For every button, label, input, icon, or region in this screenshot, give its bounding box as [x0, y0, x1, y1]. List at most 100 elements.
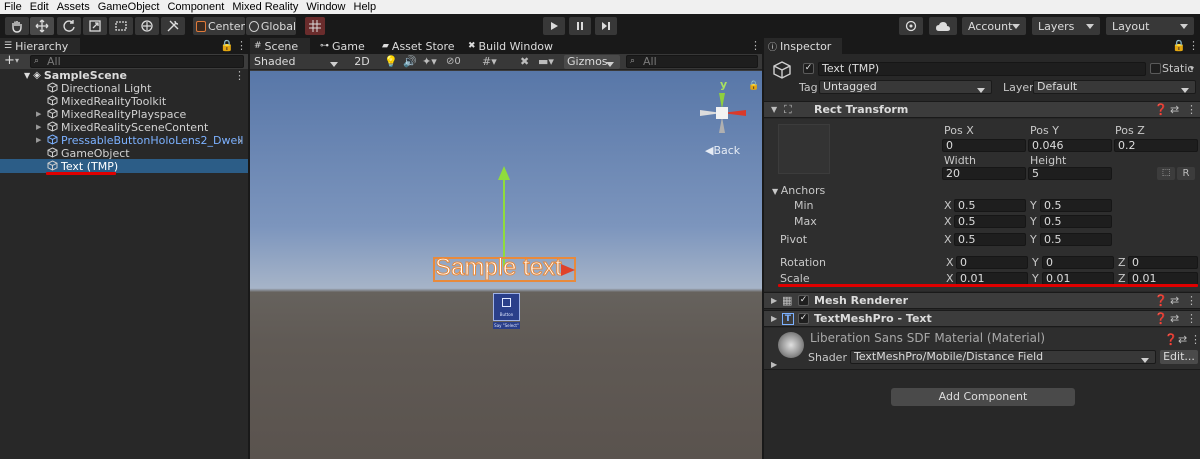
pivot-x-field[interactable]: 0.5	[954, 233, 1026, 246]
width-field[interactable]: 20	[942, 167, 1026, 180]
pos-y-field[interactable]: 0.046	[1028, 139, 1112, 152]
visibility-icon[interactable]: ⊘0	[446, 55, 461, 68]
custom-tool-button[interactable]	[161, 17, 185, 35]
expand-arrow-icon[interactable]: ▶	[36, 134, 44, 147]
hierarchy-item[interactable]: GameObject	[36, 146, 130, 160]
back-label[interactable]: ◀Back	[705, 144, 740, 157]
anchor-min-y-field[interactable]: 0.5	[1040, 199, 1112, 212]
height-field[interactable]: 5	[1028, 167, 1112, 180]
move-tool-button[interactable]	[30, 17, 54, 35]
2d-toggle[interactable]: 2D	[352, 55, 372, 69]
blueprint-mode-icon[interactable]: ⬚	[1157, 167, 1175, 180]
play-button[interactable]	[543, 17, 565, 35]
account-dropdown[interactable]: Account	[962, 17, 1026, 35]
mesh-renderer-header[interactable]: ▶ ▦ ✓ Mesh Renderer ❓ ⇄ ⋮	[764, 292, 1200, 309]
hierarchy-item[interactable]: Directional Light	[36, 81, 151, 95]
textmeshpro-checkbox[interactable]: ✓	[798, 313, 809, 324]
object-name-field[interactable]: Text (TMP)	[818, 62, 1146, 76]
mesh-menu-icon[interactable]: ⋮	[1186, 294, 1197, 307]
rect-transform-header[interactable]: ▼ ⛶ Rect Transform ❓ ⇄ ⋮	[764, 101, 1200, 118]
pos-x-field[interactable]: 0	[942, 139, 1026, 152]
lock-icon[interactable]: 🔒	[220, 39, 234, 52]
static-dropdown-icon[interactable]: ▾	[1190, 62, 1194, 75]
tab-game[interactable]: ⊶ Game	[316, 38, 374, 54]
grid-snap-button[interactable]	[305, 17, 325, 35]
pivot-y-field[interactable]: 0.5	[1040, 233, 1112, 246]
inspector-menu-icon[interactable]: ⋮	[1188, 39, 1199, 52]
material-help-icon[interactable]: ❓	[1164, 333, 1178, 346]
expand-arrow-icon[interactable]: ▶	[36, 108, 44, 121]
camera-icon[interactable]: ▬▾	[538, 55, 554, 68]
shader-edit-button[interactable]: Edit...	[1160, 350, 1198, 364]
layers-dropdown[interactable]: Layers	[1032, 17, 1100, 35]
menu-window[interactable]: Window	[302, 0, 349, 14]
layer-dropdown[interactable]: Default	[1033, 80, 1196, 94]
add-icon[interactable]: +	[4, 54, 15, 68]
grid-toggle-icon[interactable]: #▾	[482, 55, 497, 68]
rotation-y-field[interactable]: 0	[1042, 256, 1114, 269]
shading-mode-dropdown[interactable]: Shaded	[252, 55, 344, 69]
pressable-button-preview[interactable]: Button	[493, 293, 520, 321]
add-component-button[interactable]: Add Component	[891, 388, 1075, 406]
anchors-row[interactable]: ▼ Anchors	[772, 184, 825, 198]
audio-icon[interactable]: 🔊	[403, 55, 417, 68]
scene-panel-menu-icon[interactable]: ⋮	[750, 39, 761, 52]
gizmo-lock-icon[interactable]: 🔒	[748, 80, 759, 93]
rect-help-icon[interactable]: ❓	[1154, 103, 1168, 116]
gizmos-dropdown[interactable]: Gizmos	[564, 55, 620, 69]
hierarchy-item[interactable]: MixedRealityToolkit	[36, 94, 166, 108]
tmp-expand-icon[interactable]: ▶	[771, 312, 777, 325]
pause-button[interactable]	[569, 17, 591, 35]
cloud-button[interactable]	[929, 17, 957, 35]
tab-scene[interactable]: # Scene	[250, 38, 310, 54]
scale-tool-button[interactable]	[83, 17, 107, 35]
effects-icon[interactable]: ✦▾	[422, 55, 437, 68]
textmeshpro-header[interactable]: ▶ T ✓ TextMeshPro - Text ❓ ⇄ ⋮	[764, 310, 1200, 327]
menu-assets[interactable]: Assets	[53, 0, 94, 14]
static-checkbox[interactable]	[1150, 63, 1161, 74]
transform-tool-button[interactable]	[135, 17, 159, 35]
scene-viewport[interactable]: y 🔒 ◀Back Sample text Button Say "Select…	[250, 71, 762, 459]
material-sphere-icon[interactable]	[778, 332, 804, 358]
hierarchy-item[interactable]: ▶ MixedRealityPlayspace	[36, 107, 186, 121]
inspector-lock-icon[interactable]: 🔒	[1172, 39, 1186, 52]
lighting-icon[interactable]: 💡	[384, 55, 398, 68]
menu-edit[interactable]: Edit	[26, 0, 53, 14]
tmp-menu-icon[interactable]: ⋮	[1186, 312, 1197, 325]
tmp-help-icon[interactable]: ❓	[1154, 312, 1168, 325]
mesh-help-icon[interactable]: ❓	[1154, 294, 1168, 307]
layout-dropdown[interactable]: Layout	[1106, 17, 1194, 35]
rotate-tool-button[interactable]	[57, 17, 81, 35]
menu-help[interactable]: Help	[350, 0, 381, 14]
rect-preset-icon[interactable]: ⇄	[1170, 103, 1179, 116]
hierarchy-item[interactable]: ▶ MixedRealitySceneContent	[36, 120, 208, 134]
hierarchy-item[interactable]: ▶ PressableButtonHoloLens2_Dwell	[36, 133, 243, 147]
hierarchy-search-input[interactable]: ⌕ All	[30, 55, 244, 68]
scene-search-input[interactable]: ⌕ All	[626, 55, 758, 68]
material-expand-icon[interactable]: ▶	[771, 358, 777, 371]
pivot-center-toggle[interactable]: Center	[193, 17, 245, 35]
rotation-z-field[interactable]: 0	[1128, 256, 1198, 269]
menu-gameobject[interactable]: GameObject	[94, 0, 164, 14]
rect-menu-icon[interactable]: ⋮	[1186, 103, 1197, 116]
rect-collapse-icon[interactable]: ▼	[771, 103, 777, 116]
active-checkbox[interactable]: ✓	[803, 63, 814, 74]
mesh-preset-icon[interactable]: ⇄	[1170, 294, 1179, 307]
panel-menu-icon[interactable]: ⋮	[236, 39, 247, 52]
tag-dropdown[interactable]: Untagged	[819, 80, 992, 94]
chevron-down-icon[interactable]: ▾	[15, 54, 19, 68]
menu-mixed-reality[interactable]: Mixed Reality	[228, 0, 302, 14]
pos-z-field[interactable]: 0.2	[1114, 139, 1198, 152]
menu-component[interactable]: Component	[163, 0, 228, 14]
raw-edit-button[interactable]: R	[1177, 167, 1195, 180]
collab-button[interactable]	[899, 17, 923, 35]
anchor-max-y-field[interactable]: 0.5	[1040, 215, 1112, 228]
mesh-renderer-checkbox[interactable]: ✓	[798, 295, 809, 306]
mesh-expand-icon[interactable]: ▶	[771, 294, 777, 307]
global-local-toggle[interactable]: Global	[246, 17, 296, 35]
gizmo-y-arrow-icon[interactable]	[498, 166, 510, 180]
anchor-max-x-field[interactable]: 0.5	[954, 215, 1026, 228]
material-preset-icon[interactable]: ⇄	[1178, 333, 1187, 346]
hand-tool-button[interactable]	[5, 17, 29, 35]
tmp-preset-icon[interactable]: ⇄	[1170, 312, 1179, 325]
